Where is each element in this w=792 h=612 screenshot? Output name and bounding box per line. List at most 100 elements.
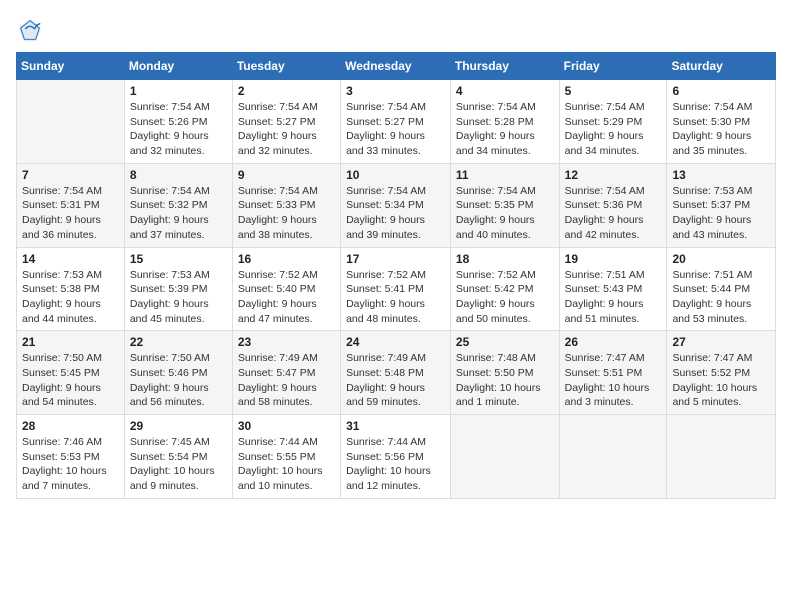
weekday-header-thursday: Thursday [450,53,559,80]
calendar-cell: 4 Sunrise: 7:54 AMSunset: 5:28 PMDaylight… [450,80,559,164]
day-number: 17 [346,252,445,266]
day-info: Sunrise: 7:51 AMSunset: 5:44 PMDaylight:… [672,268,770,327]
calendar-cell: 26 Sunrise: 7:47 AMSunset: 5:51 PMDayligh… [559,331,667,415]
page-container: SundayMondayTuesdayWednesdayThursdayFrid… [0,0,792,507]
day-info: Sunrise: 7:54 AMSunset: 5:27 PMDaylight:… [238,100,335,159]
day-info: Sunrise: 7:50 AMSunset: 5:46 PMDaylight:… [130,351,227,410]
calendar-cell: 14Sunrise: 7:53 AMSunset: 5:38 PMDayligh… [17,247,125,331]
day-info: Sunrise: 7:47 AMSunset: 5:51 PMDaylight:… [565,351,662,410]
week-row-4: 21 Sunrise: 7:50 AMSunset: 5:45 PMDayligh… [17,331,776,415]
calendar-cell: 21 Sunrise: 7:50 AMSunset: 5:45 PMDayligh… [17,331,125,415]
day-number: 8 [130,168,227,182]
calendar-cell [17,80,125,164]
day-number: 16 [238,252,335,266]
day-info: Sunrise: 7:54 AMSunset: 5:28 PMDaylight:… [456,100,554,159]
day-info: Sunrise: 7:46 AMSunset: 5:53 PMDaylight:… [22,435,119,494]
day-number: 14 [22,252,119,266]
calendar-cell: 2 Sunrise: 7:54 AMSunset: 5:27 PMDaylight… [232,80,340,164]
day-number: 3 [346,84,445,98]
day-number: 22 [130,335,227,349]
day-info: Sunrise: 7:54 AMSunset: 5:27 PMDaylight:… [346,100,445,159]
day-number: 15 [130,252,227,266]
weekday-header-row: SundayMondayTuesdayWednesdayThursdayFrid… [17,53,776,80]
day-number: 27 [672,335,770,349]
day-info: Sunrise: 7:53 AMSunset: 5:37 PMDaylight:… [672,184,770,243]
day-info: Sunrise: 7:54 AMSunset: 5:36 PMDaylight:… [565,184,662,243]
day-number: 12 [565,168,662,182]
logo-icon [16,16,44,44]
day-number: 18 [456,252,554,266]
day-info: Sunrise: 7:54 AMSunset: 5:34 PMDaylight:… [346,184,445,243]
calendar-cell: 20 Sunrise: 7:51 AMSunset: 5:44 PMDayligh… [667,247,776,331]
day-number: 28 [22,419,119,433]
day-info: Sunrise: 7:54 AMSunset: 5:26 PMDaylight:… [130,100,227,159]
day-info: Sunrise: 7:53 AMSunset: 5:39 PMDaylight:… [130,268,227,327]
calendar-cell: 6Sunrise: 7:54 AMSunset: 5:30 PMDaylight… [667,80,776,164]
calendar-cell: 5 Sunrise: 7:54 AMSunset: 5:29 PMDaylight… [559,80,667,164]
calendar-cell [450,415,559,499]
day-info: Sunrise: 7:49 AMSunset: 5:48 PMDaylight:… [346,351,445,410]
day-number: 5 [565,84,662,98]
calendar-cell: 3 Sunrise: 7:54 AMSunset: 5:27 PMDaylight… [341,80,451,164]
day-number: 24 [346,335,445,349]
day-number: 30 [238,419,335,433]
day-number: 7 [22,168,119,182]
day-number: 11 [456,168,554,182]
calendar-cell: 9Sunrise: 7:54 AMSunset: 5:33 PMDaylight… [232,163,340,247]
day-number: 26 [565,335,662,349]
weekday-header-friday: Friday [559,53,667,80]
calendar-cell: 31Sunrise: 7:44 AMSunset: 5:56 PMDayligh… [341,415,451,499]
calendar-cell: 1 Sunrise: 7:54 AMSunset: 5:26 PMDaylight… [124,80,232,164]
calendar-cell: 19 Sunrise: 7:51 AMSunset: 5:43 PMDayligh… [559,247,667,331]
calendar-cell: 27 Sunrise: 7:47 AMSunset: 5:52 PMDayligh… [667,331,776,415]
logo [16,16,46,44]
day-info: Sunrise: 7:50 AMSunset: 5:45 PMDaylight:… [22,351,119,410]
day-number: 20 [672,252,770,266]
week-row-5: 28 Sunrise: 7:46 AMSunset: 5:53 PMDayligh… [17,415,776,499]
day-number: 10 [346,168,445,182]
calendar-table: SundayMondayTuesdayWednesdayThursdayFrid… [16,52,776,499]
weekday-header-monday: Monday [124,53,232,80]
day-number: 25 [456,335,554,349]
day-info: Sunrise: 7:48 AMSunset: 5:50 PMDaylight:… [456,351,554,410]
calendar-cell [667,415,776,499]
calendar-cell: 13 Sunrise: 7:53 AMSunset: 5:37 PMDayligh… [667,163,776,247]
calendar-cell: 25 Sunrise: 7:48 AMSunset: 5:50 PMDayligh… [450,331,559,415]
day-info: Sunrise: 7:52 AMSunset: 5:40 PMDaylight:… [238,268,335,327]
weekday-header-wednesday: Wednesday [341,53,451,80]
calendar-cell: 28 Sunrise: 7:46 AMSunset: 5:53 PMDayligh… [17,415,125,499]
day-info: Sunrise: 7:54 AMSunset: 5:30 PMDaylight:… [672,100,770,159]
weekday-header-sunday: Sunday [17,53,125,80]
day-info: Sunrise: 7:54 AMSunset: 5:29 PMDaylight:… [565,100,662,159]
day-number: 13 [672,168,770,182]
day-number: 31 [346,419,445,433]
calendar-cell: 7 Sunrise: 7:54 AMSunset: 5:31 PMDaylight… [17,163,125,247]
calendar-cell: 17 Sunrise: 7:52 AMSunset: 5:41 PMDayligh… [341,247,451,331]
week-row-1: 1 Sunrise: 7:54 AMSunset: 5:26 PMDaylight… [17,80,776,164]
calendar-cell: 8 Sunrise: 7:54 AMSunset: 5:32 PMDaylight… [124,163,232,247]
calendar-cell: 22 Sunrise: 7:50 AMSunset: 5:46 PMDayligh… [124,331,232,415]
calendar-cell: 16 Sunrise: 7:52 AMSunset: 5:40 PMDayligh… [232,247,340,331]
day-info: Sunrise: 7:54 AMSunset: 5:32 PMDaylight:… [130,184,227,243]
day-info: Sunrise: 7:44 AMSunset: 5:55 PMDaylight:… [238,435,335,494]
calendar-cell: 15 Sunrise: 7:53 AMSunset: 5:39 PMDayligh… [124,247,232,331]
day-info: Sunrise: 7:54 AMSunset: 5:31 PMDaylight:… [22,184,119,243]
day-number: 4 [456,84,554,98]
calendar-cell: 12 Sunrise: 7:54 AMSunset: 5:36 PMDayligh… [559,163,667,247]
day-info: Sunrise: 7:54 AMSunset: 5:33 PMDaylight:… [238,184,335,243]
day-info: Sunrise: 7:52 AMSunset: 5:41 PMDaylight:… [346,268,445,327]
day-number: 19 [565,252,662,266]
day-info: Sunrise: 7:47 AMSunset: 5:52 PMDaylight:… [672,351,770,410]
day-number: 21 [22,335,119,349]
day-info: Sunrise: 7:45 AMSunset: 5:54 PMDaylight:… [130,435,227,494]
day-info: Sunrise: 7:52 AMSunset: 5:42 PMDaylight:… [456,268,554,327]
day-info: Sunrise: 7:51 AMSunset: 5:43 PMDaylight:… [565,268,662,327]
week-row-2: 7 Sunrise: 7:54 AMSunset: 5:31 PMDaylight… [17,163,776,247]
calendar-cell: 18 Sunrise: 7:52 AMSunset: 5:42 PMDayligh… [450,247,559,331]
weekday-header-tuesday: Tuesday [232,53,340,80]
day-number: 1 [130,84,227,98]
calendar-cell: 23Sunrise: 7:49 AMSunset: 5:47 PMDayligh… [232,331,340,415]
day-number: 29 [130,419,227,433]
day-number: 2 [238,84,335,98]
calendar-cell: 30 Sunrise: 7:44 AMSunset: 5:55 PMDayligh… [232,415,340,499]
